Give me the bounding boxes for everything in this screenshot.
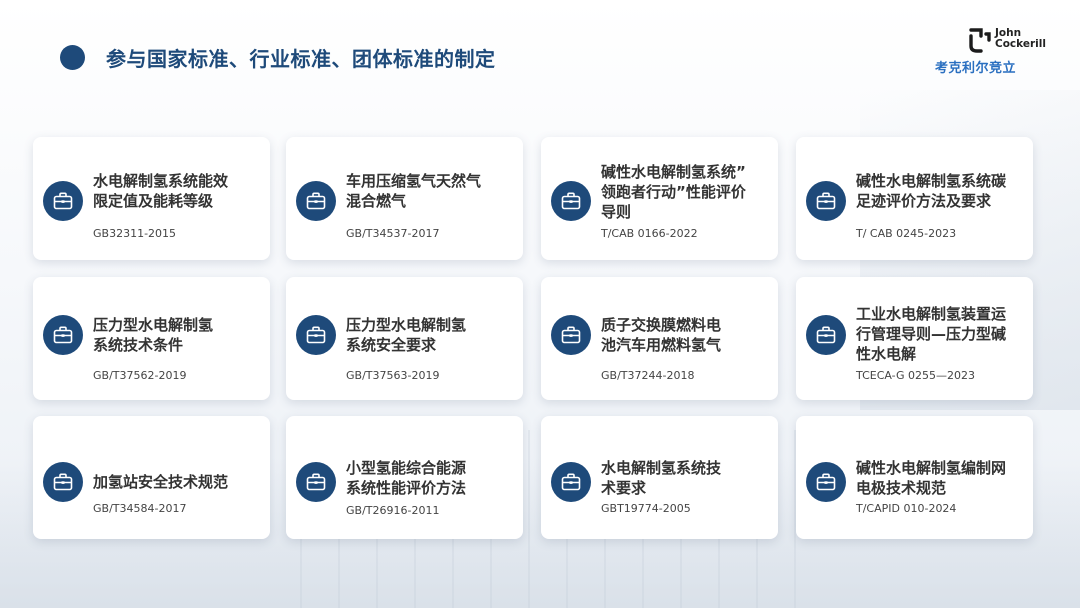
- briefcase-icon: [43, 462, 83, 502]
- standard-title: 压力型水电解制氢 系统技术条件: [93, 316, 214, 354]
- standard-code: GB/T34537-2017: [346, 227, 440, 240]
- standard-title: 工业水电解制氢装置运 行管理导则—压力型碱 性水电解: [856, 305, 1007, 363]
- standard-card: 水电解制氢系统能效 限定值及能耗等级 GB32311-2015: [33, 137, 270, 260]
- briefcase-icon: [43, 315, 83, 355]
- standard-title: 小型氢能综合能源 系统性能评价方法: [346, 459, 467, 497]
- standard-title: 碱性水电解制氢系统” 领跑者行动”性能评价 导则: [601, 163, 746, 221]
- briefcase-icon: [296, 181, 336, 221]
- standard-title: 压力型水电解制氢 系统安全要求: [346, 316, 467, 354]
- company-logo: John Cockerill 考克利尔竞立: [935, 22, 1065, 78]
- john-cockerill-logo-mark-icon: [969, 28, 991, 53]
- standard-card: 碱性水电解制氢系统碳 足迹评价方法及要求 T/ CAB 0245-2023: [796, 137, 1033, 260]
- standard-card: 加氢站安全技术规范 GB/T34584-2017: [33, 416, 270, 539]
- briefcase-icon: [551, 181, 591, 221]
- standard-card: 水电解制氢系统技 术要求 GBT19774-2005: [541, 416, 778, 539]
- standard-card: 小型氢能综合能源 系统性能评价方法 GB/T26916-2011: [286, 416, 523, 539]
- briefcase-icon: [296, 315, 336, 355]
- standard-card: 压力型水电解制氢 系统安全要求 GB/T37563-2019: [286, 277, 523, 400]
- logo-english-name: John Cockerill: [995, 27, 1046, 50]
- standard-code: GB/T37244-2018: [601, 369, 695, 382]
- standard-code: GBT19774-2005: [601, 502, 691, 515]
- standard-card: 车用压缩氢气天然气 混合燃气 GB/T34537-2017: [286, 137, 523, 260]
- standard-card: 碱性水电解制氢系统” 领跑者行动”性能评价 导则 T/CAB 0166-2022: [541, 137, 778, 260]
- standard-title: 水电解制氢系统能效 限定值及能耗等级: [93, 172, 229, 210]
- standard-code: GB32311-2015: [93, 227, 177, 240]
- standard-title: 水电解制氢系统技 术要求: [601, 459, 722, 497]
- standard-title: 加氢站安全技术规范: [93, 473, 229, 491]
- standard-code: TCECA-G 0255—2023: [856, 369, 976, 382]
- standard-card: 压力型水电解制氢 系统技术条件 GB/T37562-2019: [33, 277, 270, 400]
- standard-code: T/ CAB 0245-2023: [856, 227, 957, 240]
- briefcase-icon: [43, 181, 83, 221]
- briefcase-icon: [806, 181, 846, 221]
- standard-title: 质子交换膜燃料电 池汽车用燃料氢气: [601, 316, 722, 354]
- briefcase-icon: [551, 315, 591, 355]
- standard-code: GB/T37563-2019: [346, 369, 440, 382]
- standard-card: 碱性水电解制氢编制网 电极技术规范 T/CAPID 010-2024: [796, 416, 1033, 539]
- logo-chinese-name: 考克利尔竞立: [935, 61, 1017, 76]
- page-title: 参与国家标准、行业标准、团体标准的制定: [106, 47, 496, 71]
- standard-title: 车用压缩氢气天然气 混合燃气: [346, 172, 482, 210]
- standard-code: T/CAB 0166-2022: [601, 227, 698, 240]
- title-bullet: [60, 45, 85, 70]
- standard-code: GB/T37562-2019: [93, 369, 187, 382]
- standard-title: 碱性水电解制氢系统碳 足迹评价方法及要求: [856, 172, 1007, 210]
- standard-code: T/CAPID 010-2024: [856, 502, 957, 515]
- briefcase-icon: [296, 462, 336, 502]
- standard-title: 碱性水电解制氢编制网 电极技术规范: [856, 459, 1007, 497]
- briefcase-icon: [806, 315, 846, 355]
- standard-code: GB/T34584-2017: [93, 502, 187, 515]
- briefcase-icon: [551, 462, 591, 502]
- standard-card: 工业水电解制氢装置运 行管理导则—压力型碱 性水电解 TCECA-G 0255—…: [796, 277, 1033, 400]
- standard-code: GB/T26916-2011: [346, 504, 440, 517]
- briefcase-icon: [806, 462, 846, 502]
- standard-card: 质子交换膜燃料电 池汽车用燃料氢气 GB/T37244-2018: [541, 277, 778, 400]
